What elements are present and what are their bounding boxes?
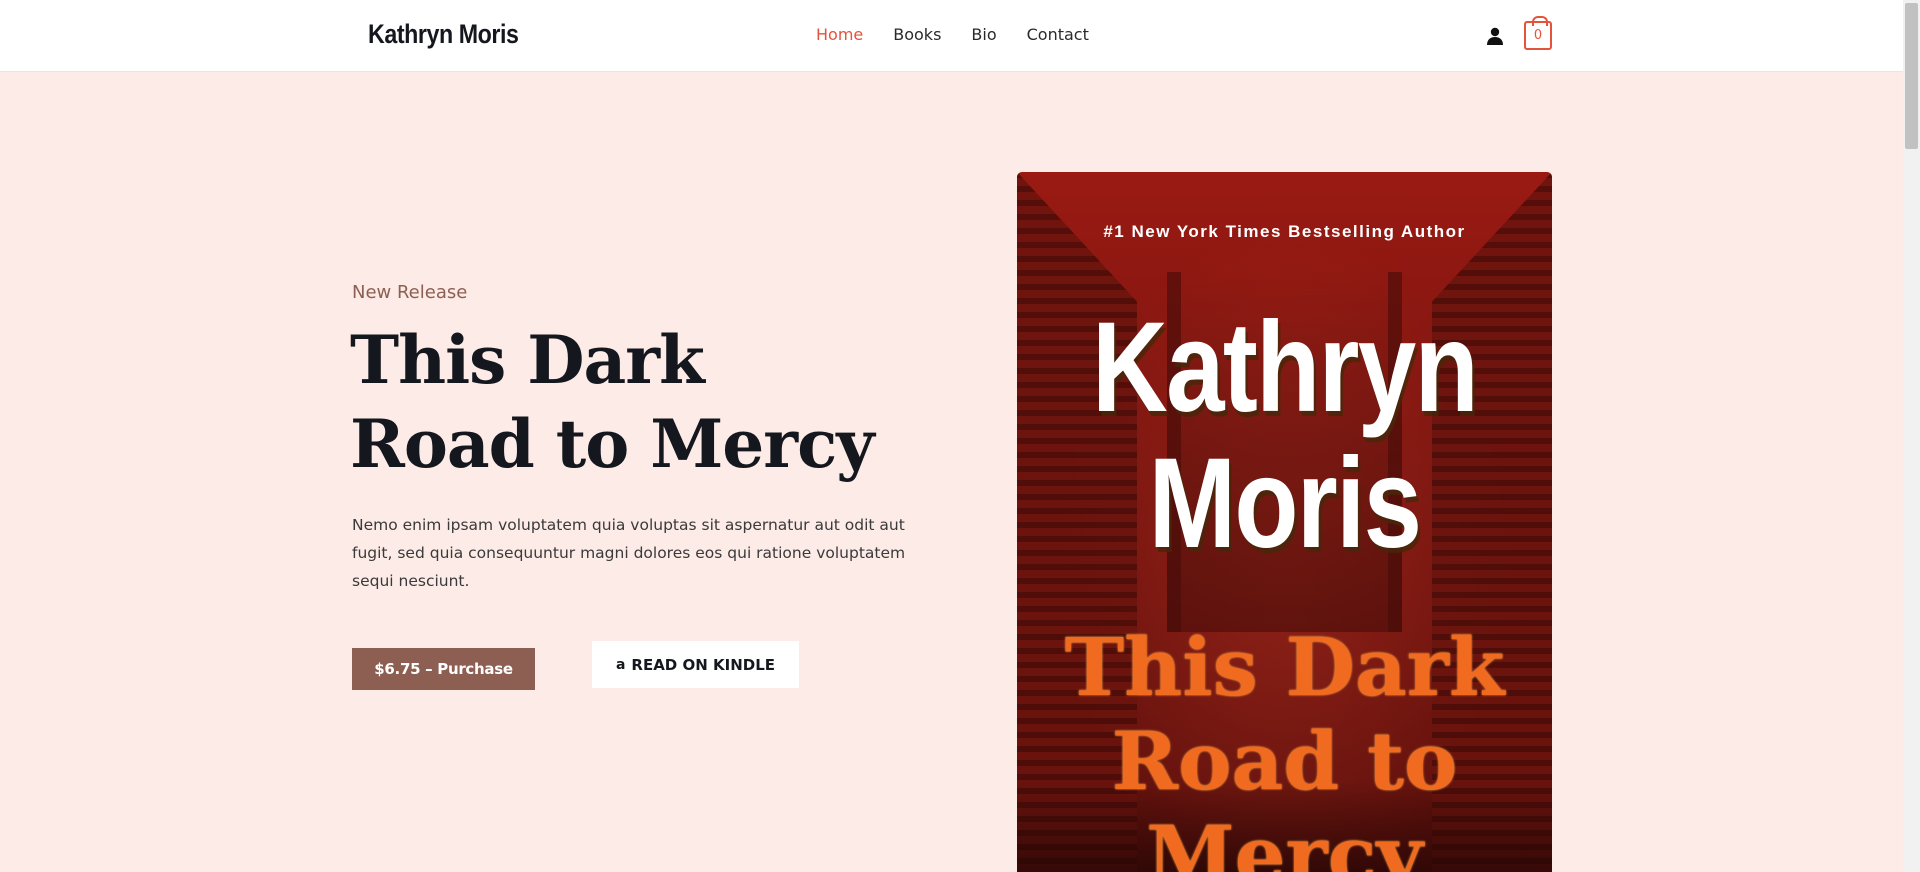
kindle-label: READ ON KINDLE <box>631 655 776 674</box>
nav-bio[interactable]: Bio <box>971 25 996 44</box>
cart-button[interactable]: 0 <box>1524 16 1552 50</box>
scrollbar-thumb[interactable] <box>1905 3 1918 149</box>
purchase-button[interactable]: $6.75 – Purchase <box>352 648 535 690</box>
site-header: Kathryn Moris Home Books Bio Contact 0 <box>0 0 1903 72</box>
cover-author-line2: Moris <box>1148 432 1422 575</box>
cover-title: This Dark Road to Mercy <box>1017 620 1552 872</box>
hero-title-line2: Road to Mercy <box>350 405 875 483</box>
cart-count: 0 <box>1533 28 1543 43</box>
hero-title: This Dark Road to Mercy <box>350 318 910 486</box>
hero-description: Nemo enim ipsam voluptatem quia voluptas… <box>352 516 906 590</box>
nav-home[interactable]: Home <box>816 25 863 44</box>
main-nav: Home Books Bio Contact <box>816 25 1119 44</box>
read-on-kindle-button[interactable]: a READ ON KINDLE <box>592 641 799 688</box>
hero-title-line1: This Dark <box>350 321 705 399</box>
cover-author-line1: Kathryn <box>1091 296 1479 439</box>
cover-tagline: #1 New York Times Bestselling Author <box>1103 222 1466 241</box>
cover-title-line2: Road to <box>1111 714 1458 808</box>
hero-eyebrow: New Release <box>352 282 468 303</box>
nav-books[interactable]: Books <box>893 25 941 44</box>
cover-title-line1: This Dark <box>1064 620 1505 714</box>
nav-contact[interactable]: Contact <box>1027 25 1089 44</box>
cover-author: Kathryn Moris <box>1065 300 1504 572</box>
cover-title-line3: Mercy <box>1146 808 1423 872</box>
page-scrollbar[interactable] <box>1903 0 1920 872</box>
book-cover: #1 New York Times Bestselling Author Kat… <box>1017 172 1552 872</box>
user-icon[interactable] <box>1485 26 1505 46</box>
amazon-icon: a <box>615 656 626 673</box>
site-logo[interactable]: Kathryn Moris <box>368 19 519 50</box>
